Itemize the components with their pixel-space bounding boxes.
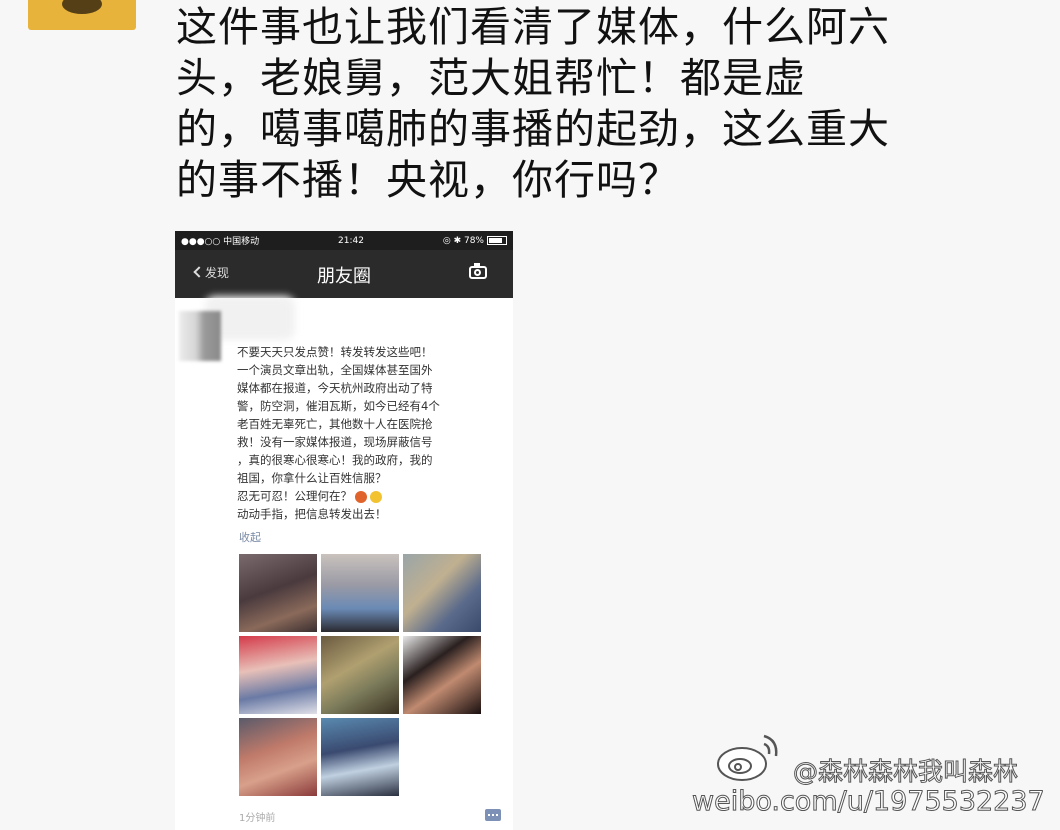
moment-line: 一个演员文章出轨，全国媒体甚至国外: [237, 363, 433, 377]
collapse-link[interactable]: 收起: [239, 529, 261, 545]
status-bar: ●●●○○ 中国移动 21:42 ◎ ✱ 78%: [175, 231, 513, 250]
moment-line: 警，防空洞，催泪瓦斯，如今已经有4个: [237, 399, 440, 413]
moment-line: 祖国，你拿什么让百姓信服？: [237, 471, 387, 485]
page-title: 朋友圈: [317, 266, 371, 287]
moment-line: 救！没有一家媒体报道，现场屏蔽信号: [237, 435, 433, 449]
sad-emoji-icon: [370, 490, 382, 503]
moment-line-text: 忍无可忍！公理何在？: [237, 489, 352, 503]
poster-avatar[interactable]: [179, 311, 221, 361]
moment-line: 不要天天只发点赞！转发转发这些吧！: [237, 345, 433, 359]
comment-icon[interactable]: [485, 809, 501, 821]
battery-label: ◎ ✱ 78%: [442, 235, 484, 246]
user-avatar[interactable]: [28, 0, 136, 30]
moment-timestamp: 1分钟前: [239, 813, 276, 824]
weibo-logo-icon: [717, 734, 778, 781]
angry-emoji-icon: [355, 490, 367, 503]
battery-icon: [486, 235, 507, 245]
camera-icon[interactable]: [469, 263, 487, 279]
photo-thumbnail[interactable]: [403, 554, 481, 632]
moment-line: 动动手指，把信息转发出去！: [237, 507, 387, 521]
post-line: 的，噶事噶肺的事播的起劲，这么重大: [176, 105, 890, 153]
watermark-url: weibo.com/u/1975532237: [692, 786, 1046, 818]
photo-thumbnail[interactable]: [403, 636, 481, 714]
photo-thumbnail[interactable]: [239, 554, 317, 632]
photo-thumbnail[interactable]: [321, 554, 399, 632]
battery-indicator: ◎ ✱ 78%: [442, 235, 507, 246]
post-text: 这件事也让我们看清了媒体，什么阿六 头，老娘舅，范大姐帮忙！都是虚 的，噶事噶肺…: [176, 2, 1006, 206]
moment-line: 老百姓无辜死亡，其他数十人在医院抢: [237, 417, 433, 431]
moment-line: 忍无可忍！公理何在？: [237, 487, 505, 505]
nav-bar: 发现 朋友圈: [175, 250, 513, 298]
status-time: 21:42: [338, 235, 364, 246]
post-line: 头，老娘舅，范大姐帮忙！都是虚: [176, 54, 806, 102]
post-line: 这件事也让我们看清了媒体，什么阿六: [176, 3, 890, 51]
carrier-signal: ●●●○○ 中国移动: [181, 237, 260, 247]
post-line: 的事不播！央视，你行吗？: [176, 156, 680, 204]
avatar-image: [62, 0, 102, 14]
photo-thumbnail[interactable]: [239, 636, 317, 714]
photo-grid: [239, 554, 485, 802]
photo-thumbnail[interactable]: [321, 636, 399, 714]
phone-screenshot[interactable]: ●●●○○ 中国移动 21:42 ◎ ✱ 78% 发现 朋友圈 不要天天只发点赞…: [175, 231, 513, 830]
moment-line: ，真的很寒心很寒心！我的政府，我的: [237, 453, 433, 467]
photo-thumbnail[interactable]: [321, 718, 399, 796]
moment-line: 媒体都在报道，今天杭州政府出动了特: [237, 381, 433, 395]
photo-thumbnail[interactable]: [239, 718, 317, 796]
watermark-handle: @森林森林我叫森林: [792, 757, 1019, 787]
moment-text: 不要天天只发点赞！转发转发这些吧！ 一个演员文章出轨，全国媒体甚至国外 媒体都在…: [237, 343, 505, 523]
